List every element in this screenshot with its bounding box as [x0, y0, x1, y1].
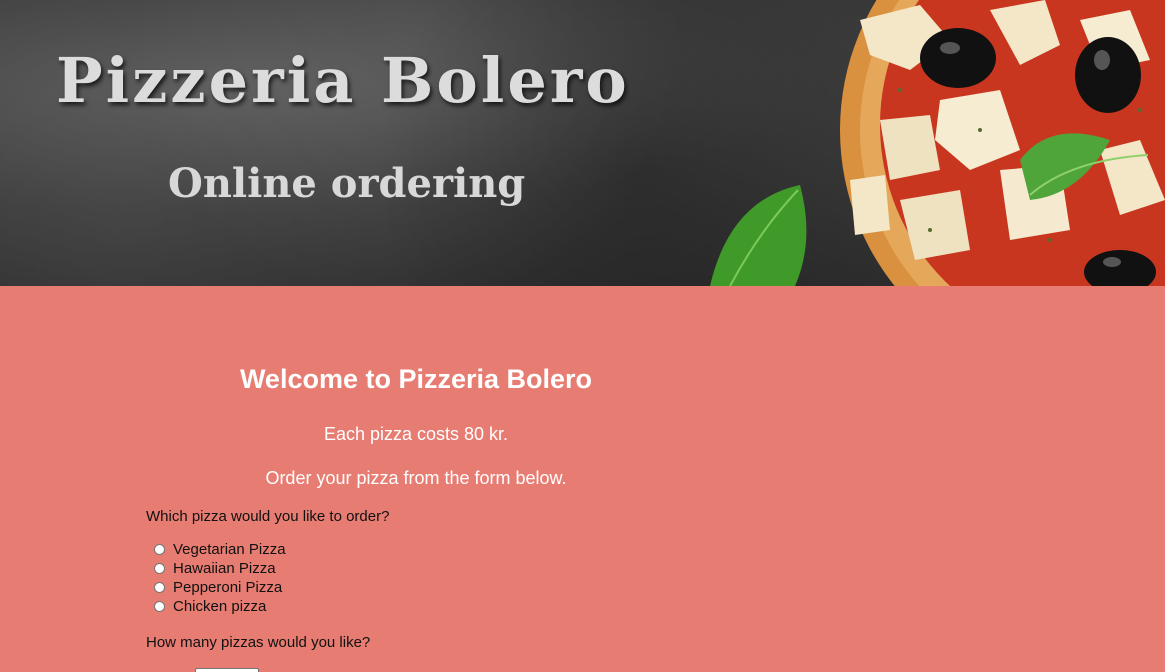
pizza-image — [710, 0, 1165, 286]
radio-button[interactable] — [154, 544, 165, 555]
radio-button[interactable] — [154, 601, 165, 612]
welcome-heading: Welcome to Pizzeria Bolero — [239, 364, 593, 394]
site-subtitle: Online ordering — [168, 160, 526, 207]
price-text: Each pizza costs 80 kr. — [323, 424, 509, 444]
hero-banner: Pizzeria Bolero Online ordering — [0, 0, 1165, 286]
pizza-options: Vegetarian Pizza Hawaiian Pizza Pepperon… — [154, 540, 286, 616]
site-title: Pizzeria Bolero — [56, 44, 630, 117]
order-instructions: Order your pizza from the form below. — [265, 468, 567, 488]
pizza-option-hawaiian[interactable]: Hawaiian Pizza — [154, 559, 286, 578]
order-section: Welcome to Pizzeria Bolero Each pizza co… — [0, 286, 1165, 672]
pizza-option-label: Vegetarian Pizza — [173, 541, 286, 558]
quantity-input[interactable] — [195, 668, 259, 672]
pizza-option-vegetarian[interactable]: Vegetarian Pizza — [154, 540, 286, 559]
pizza-option-pepperoni[interactable]: Pepperoni Pizza — [154, 578, 286, 597]
radio-button[interactable] — [154, 563, 165, 574]
pizza-option-label: Hawaiian Pizza — [173, 560, 276, 577]
radio-button[interactable] — [154, 582, 165, 593]
pizza-question: Which pizza would you like to order? — [146, 508, 390, 525]
pizza-option-chicken[interactable]: Chicken pizza — [154, 597, 286, 616]
pizza-option-label: Pepperoni Pizza — [173, 579, 283, 596]
quantity-question: How many pizzas would you like? — [146, 634, 371, 651]
pizza-option-label: Chicken pizza — [173, 598, 267, 615]
